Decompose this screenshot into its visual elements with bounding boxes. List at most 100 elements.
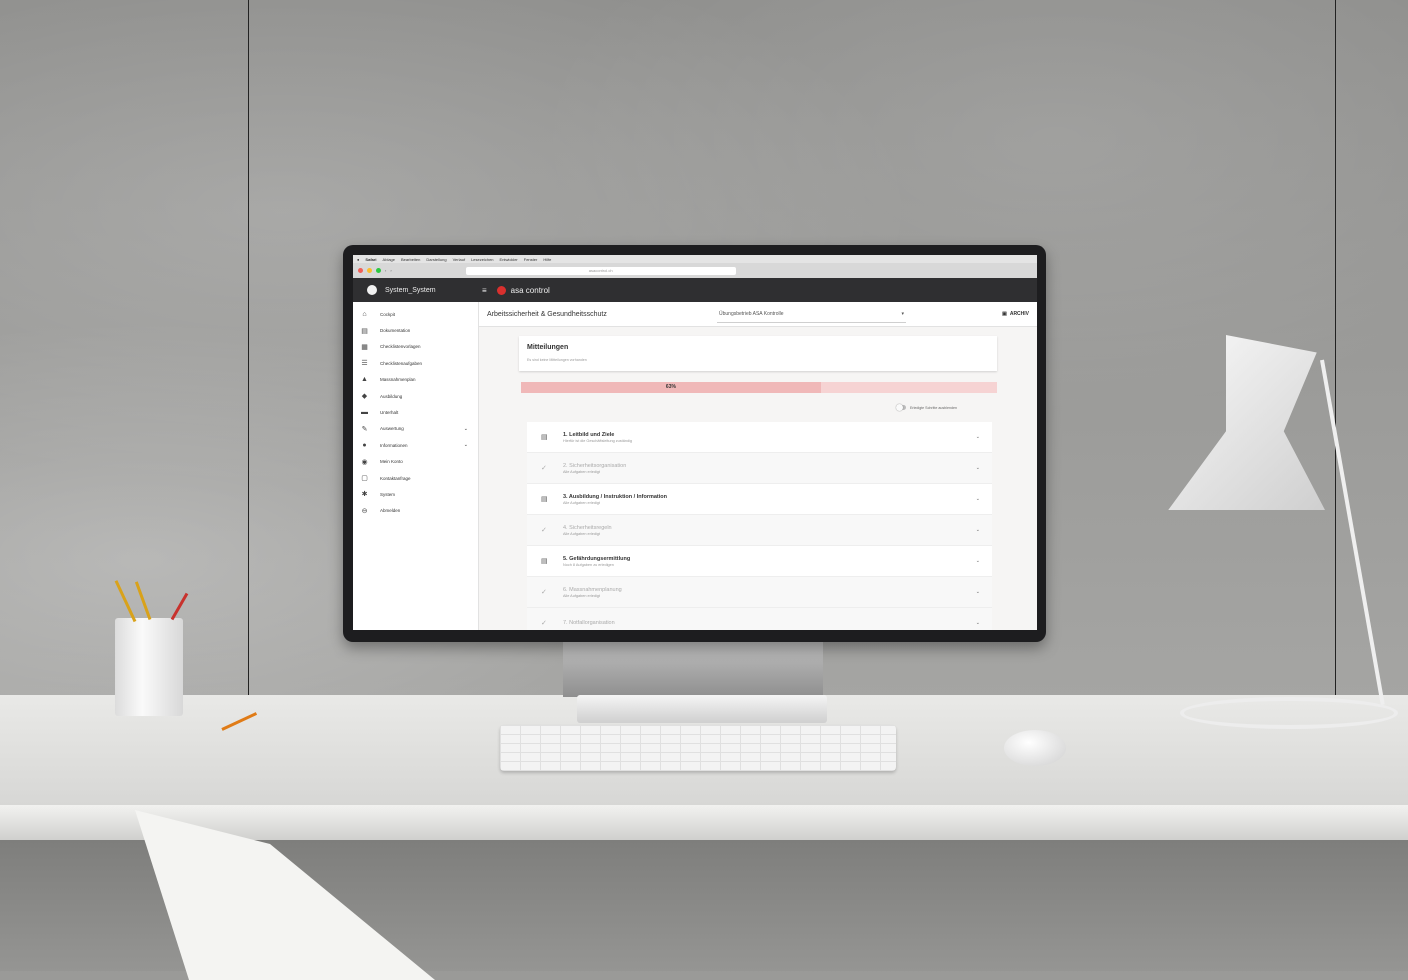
step-text: 1. Leitbild und Ziele Hierfür ist die Ges… — [563, 432, 632, 443]
user-menu[interactable]: System_System — [353, 285, 478, 295]
monitor-stand — [563, 642, 823, 697]
sidebar-item-cockpit[interactable]: ⌂ Cockpit — [353, 306, 478, 322]
page-title: Arbeitssicherheit & Gesundheitsschutz — [487, 310, 607, 318]
chevron-down-icon[interactable]: ⌄ — [976, 434, 980, 440]
check-icon: ✓ — [541, 589, 547, 596]
step-row[interactable]: ▤ 5. Gefährdungsermittlung Noch 8 Aufgaben… — [527, 546, 992, 577]
mac-menu-item[interactable]: Darstellung — [426, 257, 446, 262]
step-row[interactable]: ✓ 7. Notfallorganisation ⌄ — [527, 608, 992, 630]
sidebar-item-label: System — [380, 491, 396, 497]
sidebar-item-informationen[interactable]: ● Informationen ⌄ — [353, 437, 478, 453]
warning-icon: ▲ — [361, 376, 368, 384]
step-row[interactable]: ✓ 6. Massnahmenplanung Alle Aufgaben erled… — [527, 577, 992, 608]
toggle-label: Erledigte Schritte ausblenden — [910, 405, 957, 410]
step-row[interactable]: ✓ 4. Sicherheitsregeln Alle Aufgaben erled… — [527, 515, 992, 546]
sidebar-item-unterhalt[interactable]: ▬ Unterhalt — [353, 404, 478, 420]
task-icon: ▤ — [541, 434, 548, 441]
step-title: 1. Leitbild und Ziele — [563, 431, 615, 438]
info-icon: ● — [362, 441, 367, 449]
mac-menu-item[interactable]: Safari — [365, 257, 376, 262]
step-text: 4. Sicherheitsregeln Alle Aufgaben erledi… — [563, 525, 612, 536]
brand-logo: asa control — [496, 285, 550, 295]
chevron-down-icon: ▾ — [901, 310, 904, 317]
chevron-down-icon[interactable]: ⌄ — [976, 558, 980, 564]
mac-menu-item[interactable]: Lesezeichen — [471, 257, 493, 262]
list-icon: ☰ — [361, 360, 368, 368]
sidebar-item-abmelden[interactable]: ⊖ Abmelden — [353, 503, 478, 519]
chevron-down-icon[interactable]: ⌄ — [976, 496, 980, 502]
sidebar-item-label: Massnahmenplan — [380, 377, 416, 383]
minimize-window-icon[interactable] — [367, 268, 372, 273]
lamp-base — [1180, 697, 1398, 729]
task-icon: ▤ — [541, 558, 548, 565]
close-window-icon[interactable] — [358, 268, 363, 273]
chart-icon: ✎ — [361, 425, 368, 433]
graduation-cap-icon: ◆ — [361, 393, 368, 401]
chevron-down-icon[interactable]: ⌄ — [976, 465, 980, 471]
mac-menu-item[interactable]: Entwickler — [500, 257, 518, 262]
apple-menu-icon[interactable]: ● — [357, 257, 359, 262]
mac-menu-item[interactable]: Ablage — [383, 257, 395, 262]
steps-list: ▤ 1. Leitbild und Ziele Hierfür ist die Ge… — [527, 422, 992, 630]
sidebar-item-label: Kontaktanfrage — [380, 475, 411, 481]
mac-menu-item[interactable]: Fenster — [524, 257, 538, 262]
archive-icon: ▣ — [1002, 311, 1007, 317]
company-select[interactable]: Übungsbetrieb ASA Kontrolle ▾ — [717, 306, 906, 323]
company-select-value: Übungsbetrieb ASA Kontrolle — [719, 310, 784, 317]
hamburger-menu-icon[interactable]: ≡ — [482, 286, 487, 295]
sidebar-item-auswertung[interactable]: ✎ Auswertung ⌄ — [353, 421, 478, 437]
progress-label: 63% — [665, 384, 676, 390]
task-icon: ▤ — [541, 496, 548, 503]
chevron-down-icon[interactable]: ⌄ — [976, 620, 980, 626]
mac-menu-item[interactable]: Bearbeiten — [401, 257, 420, 262]
sidebar-item-label: Ausbildung — [380, 393, 403, 399]
hide-completed-toggle[interactable]: Erledigte Schritte ausblenden — [896, 404, 957, 411]
step-title: 5. Gefährdungsermittlung — [563, 555, 631, 562]
asa-logo-icon — [496, 285, 506, 295]
sidebar-item-label: Auswertung — [380, 426, 404, 432]
mac-menu-item[interactable]: Verlauf — [453, 257, 465, 262]
notice-title: Mitteilungen — [527, 344, 569, 351]
sidebar: ⌂ Cockpit ▤ Dokumentation ▦ Checklistenvorlag… — [353, 302, 479, 630]
step-row[interactable]: ✓ 2. Sicherheitsorganisation Alle Aufgaben… — [527, 453, 992, 484]
archive-button[interactable]: ▣ ARCHIV — [1002, 311, 1029, 317]
step-row[interactable]: ▤ 1. Leitbild und Ziele Hierfür ist die Ge… — [527, 422, 992, 453]
sidebar-item-kontaktanfrage[interactable]: ▢ Kontaktanfrage — [353, 470, 478, 486]
forward-icon[interactable]: › — [390, 268, 391, 273]
chevron-down-icon[interactable]: ⌄ — [976, 589, 980, 595]
back-icon[interactable]: ‹ — [385, 268, 386, 273]
browser-toolbar: ‹ › asacontrol.ch — [353, 263, 1037, 278]
notice-card: Mitteilungen Es sind keine Mitteilungen … — [519, 336, 997, 371]
sidebar-item-label: Dokumentation — [380, 328, 411, 334]
sidebar-item-mein-konto[interactable]: ◉ Mein Konto — [353, 454, 478, 470]
chevron-down-icon: ⌄ — [463, 442, 468, 449]
user-icon: ◉ — [361, 458, 368, 466]
mac-menubar: ● Safari Ablage Bearbeiten Darstellung Verlau… — [353, 255, 1037, 263]
step-title: 2. Sicherheitsorganisation — [563, 462, 627, 469]
step-subtitle: Alle Aufgaben erledigt — [563, 469, 600, 474]
step-title: 6. Massnahmenplanung — [563, 586, 622, 593]
address-bar[interactable]: asacontrol.ch — [465, 266, 736, 275]
step-text: 6. Massnahmenplanung Alle Aufgaben erledi… — [563, 587, 622, 598]
sidebar-item-ausbildung[interactable]: ◆ Ausbildung — [353, 388, 478, 404]
sidebar-item-label: Informationen — [380, 442, 408, 448]
main-content: Arbeitssicherheit & Gesundheitsschutz Üb… — [479, 302, 1037, 630]
step-subtitle: Alle Aufgaben erledigt — [563, 593, 600, 598]
step-subtitle: Alle Aufgaben erledigt — [563, 531, 600, 536]
sidebar-item-massnahmenplan[interactable]: ▲ Massnahmenplan — [353, 372, 478, 388]
step-row[interactable]: ▤ 3. Ausbildung / Instruktion / Informati… — [527, 484, 992, 515]
sidebar-item-checklistenvorlagen[interactable]: ▦ Checklistenvorlagen — [353, 339, 478, 355]
step-text: 7. Notfallorganisation — [563, 620, 615, 627]
maximize-window-icon[interactable] — [376, 268, 381, 273]
sidebar-item-system[interactable]: ✱ System — [353, 486, 478, 502]
toggle-switch[interactable] — [896, 404, 906, 411]
chevron-down-icon: ⌄ — [463, 425, 468, 432]
chevron-down-icon[interactable]: ⌄ — [976, 527, 980, 533]
sidebar-item-dokumentation[interactable]: ▤ Dokumentation — [353, 322, 478, 338]
clipboard-icon: ▦ — [361, 343, 368, 351]
mac-menu-item[interactable]: Hilfe — [543, 257, 551, 262]
step-subtitle: Noch 8 Aufgaben zu erledigen — [563, 562, 614, 567]
check-icon: ✓ — [541, 620, 547, 627]
step-subtitle: Hierfür ist die Geschäftsleitung zuständ… — [563, 438, 633, 443]
sidebar-item-checklistenaufgaben[interactable]: ☰ Checklistenaufgaben — [353, 355, 478, 371]
